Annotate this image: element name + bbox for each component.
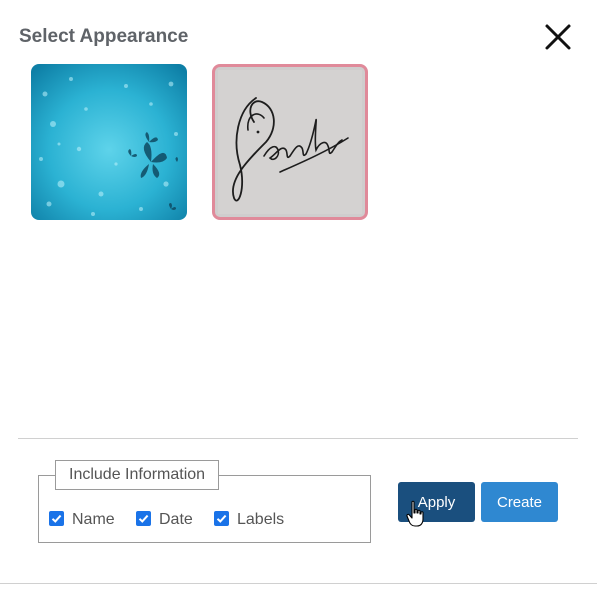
signature-image (232, 97, 349, 202)
butterfly-image (31, 64, 187, 220)
checkbox-checked-icon (49, 510, 64, 526)
apply-button[interactable]: Apply (398, 482, 475, 522)
close-button[interactable] (541, 20, 575, 54)
dialog-title: Select Appearance (19, 26, 189, 47)
appearance-option-signature[interactable] (212, 64, 368, 220)
date-checkbox[interactable]: Date (136, 508, 193, 528)
checkbox-checked-icon (136, 510, 151, 526)
signature-image-frame (218, 70, 362, 214)
close-icon (545, 24, 571, 50)
labels-checkbox-label: Labels (237, 511, 285, 528)
checkbox-checked-icon (214, 510, 229, 526)
section-divider (18, 438, 578, 439)
appearance-option-butterfly[interactable] (31, 64, 187, 220)
include-information-legend: Include Information (55, 460, 220, 490)
name-checkbox-label: Name (72, 511, 115, 528)
select-appearance-dialog: Select Appearance Include Information Na… (0, 0, 597, 608)
date-checkbox-label: Date (159, 511, 193, 528)
labels-checkbox[interactable]: Labels (214, 508, 284, 528)
footer-divider (0, 583, 597, 584)
name-checkbox[interactable]: Name (49, 508, 115, 528)
create-button[interactable]: Create (481, 482, 558, 522)
